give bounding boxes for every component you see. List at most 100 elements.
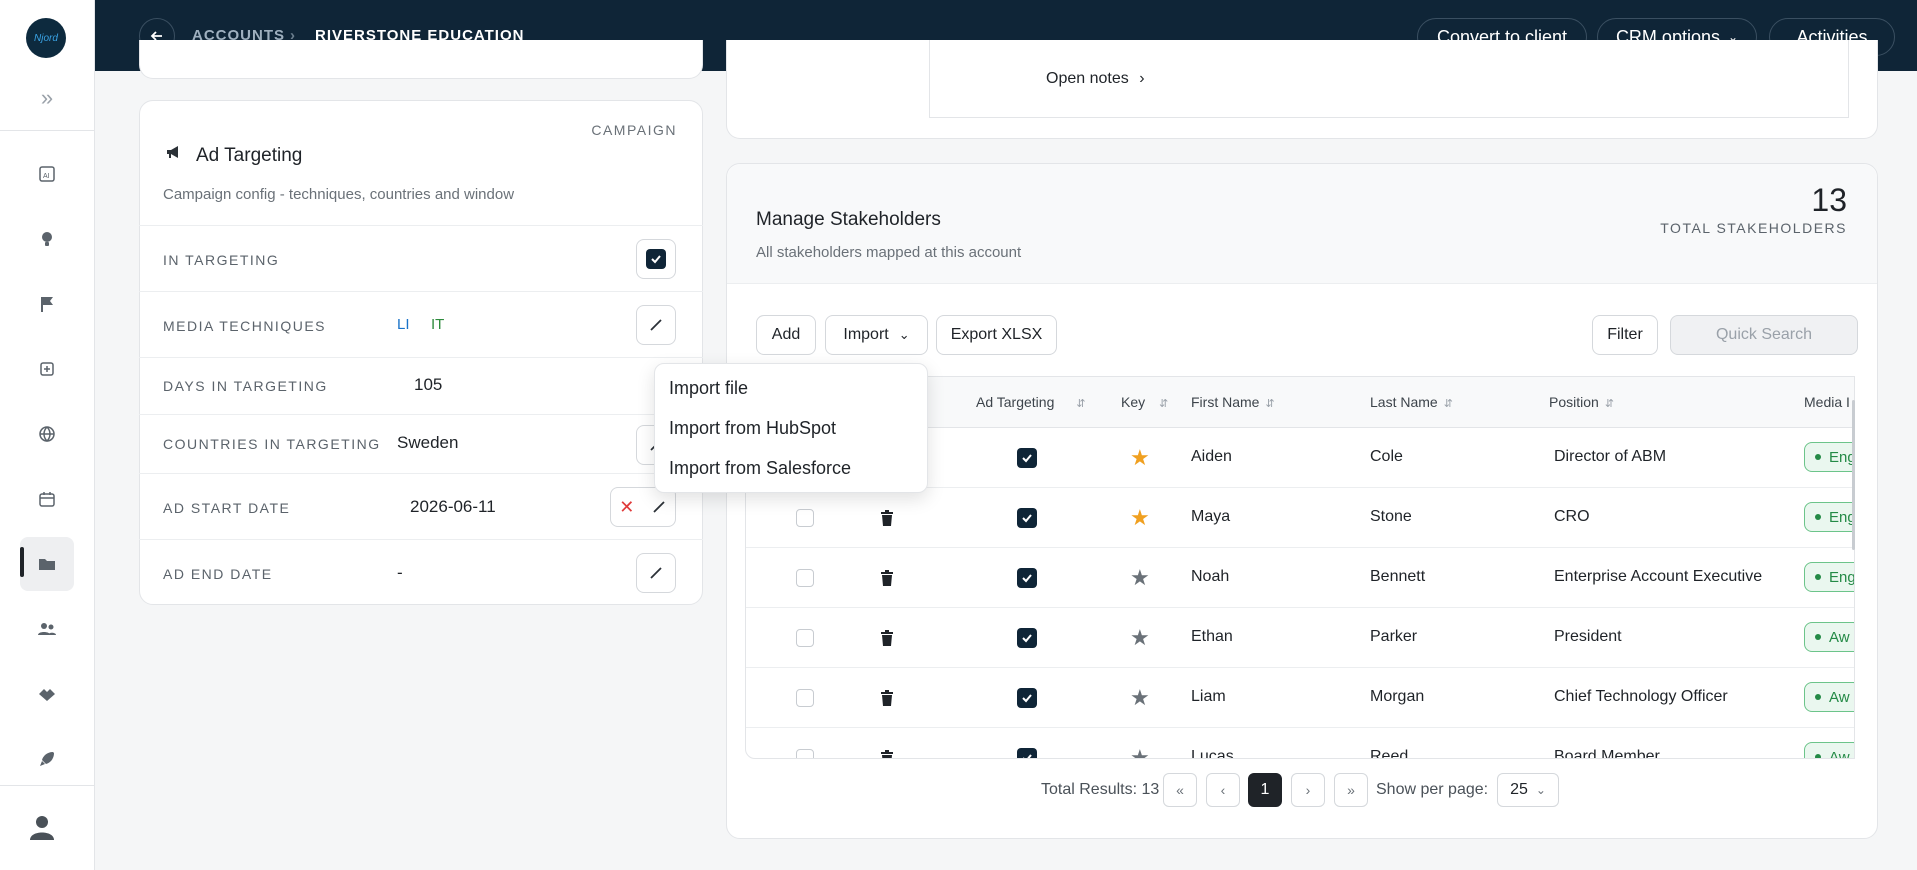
ad-targeting-check[interactable] xyxy=(1017,748,1037,758)
days-value: 105 xyxy=(414,375,443,394)
last-page-button[interactable]: » xyxy=(1334,773,1368,807)
chevron-down-icon: ⌄ xyxy=(898,327,910,342)
trash-icon[interactable] xyxy=(879,509,895,527)
ad-targeting-check[interactable] xyxy=(1017,568,1037,588)
quick-search-input[interactable]: Quick Search xyxy=(1670,315,1858,355)
first-name: Lucas xyxy=(1191,748,1234,759)
open-notes-link[interactable]: Open notes › xyxy=(1046,70,1145,88)
first-page-button[interactable]: « xyxy=(1163,773,1197,807)
status-badge: Eng xyxy=(1804,442,1854,472)
key-star-icon[interactable]: ★ xyxy=(1130,627,1150,649)
campaign-tag: CAMPAIGN xyxy=(591,122,677,138)
per-page-select[interactable]: 25 ⌄ xyxy=(1497,773,1559,807)
per-page-label: Show per page: xyxy=(1376,781,1489,798)
status-dot xyxy=(1815,514,1821,520)
total-results: Total Results: 13 xyxy=(1041,781,1160,798)
ad-targeting-check[interactable] xyxy=(1017,508,1037,528)
menu-item-import-salesforce[interactable]: Import from Salesforce xyxy=(669,458,851,479)
app-logo[interactable]: Njord xyxy=(26,18,66,58)
sidebar-item-add-doc-icon[interactable] xyxy=(20,342,74,396)
sort-icon: ⇵ xyxy=(1443,398,1453,410)
status-badge: Aw xyxy=(1804,622,1854,652)
sidebar-item-flag-icon[interactable] xyxy=(20,277,74,331)
ad-targeting-check[interactable] xyxy=(1017,688,1037,708)
add-button[interactable]: Add xyxy=(756,315,816,355)
edit-media-button[interactable] xyxy=(636,305,676,345)
stakeholders-title: Manage Stakeholders xyxy=(756,209,941,230)
sidebar-item-people-icon[interactable] xyxy=(20,602,74,656)
sidebar-item-rocket-icon[interactable] xyxy=(20,732,74,786)
expand-sidebar-icon[interactable]: » xyxy=(33,86,61,110)
key-star-icon[interactable]: ★ xyxy=(1130,567,1150,589)
table-row[interactable]: ★ Noah Bennett Enterprise Account Execut… xyxy=(746,548,1854,608)
last-name: Morgan xyxy=(1370,688,1425,705)
table-row[interactable]: ★ Maya Stone CRO Eng xyxy=(746,488,1854,548)
col-key[interactable]: Key ⇵ xyxy=(1121,394,1168,410)
first-name: Aiden xyxy=(1191,448,1232,465)
status-label: Aw xyxy=(1829,628,1850,646)
position: Board Member xyxy=(1554,748,1660,759)
edit-end-date-button[interactable] xyxy=(636,553,676,593)
trash-icon[interactable] xyxy=(879,749,895,758)
stakeholders-subtitle: All stakeholders mapped at this account xyxy=(756,244,1022,261)
key-star-icon[interactable]: ★ xyxy=(1130,447,1150,469)
next-page-button[interactable]: › xyxy=(1291,773,1325,807)
status-label: Eng xyxy=(1829,568,1855,586)
col-first-name[interactable]: First Name ⇵ xyxy=(1191,394,1275,410)
row-select-checkbox[interactable] xyxy=(796,569,814,587)
pencil-icon xyxy=(650,567,662,579)
user-avatar-icon[interactable] xyxy=(27,812,57,842)
row-select-checkbox[interactable] xyxy=(796,629,814,647)
col-ad-targeting[interactable]: Ad Targeting ⇵ xyxy=(976,394,1086,410)
table-row[interactable]: ★ Liam Morgan Chief Technology Officer A… xyxy=(746,668,1854,728)
last-name: Cole xyxy=(1370,448,1403,465)
start-date-label: AD START DATE xyxy=(163,500,291,516)
sidebar-item-bulb-icon[interactable] xyxy=(20,212,74,266)
import-button[interactable]: Import ⌄ xyxy=(825,315,928,355)
row-select-checkbox[interactable] xyxy=(796,689,814,707)
sort-icon: ⇵ xyxy=(1265,398,1275,410)
trash-icon[interactable] xyxy=(879,629,895,647)
trash-icon[interactable] xyxy=(879,689,895,707)
stakeholders-count: 13 xyxy=(1811,182,1847,218)
status-badge: Aw xyxy=(1804,682,1854,712)
sidebar-item-globe-icon[interactable] xyxy=(20,407,74,461)
col-last-name[interactable]: Last Name ⇵ xyxy=(1370,394,1453,410)
menu-item-import-file[interactable]: Import file xyxy=(669,378,748,399)
ad-targeting-check[interactable] xyxy=(1017,628,1037,648)
active-indicator xyxy=(20,547,24,577)
prev-page-button[interactable]: ‹ xyxy=(1206,773,1240,807)
trash-icon[interactable] xyxy=(879,569,895,587)
export-xlsx-button[interactable]: Export XLSX xyxy=(936,315,1057,355)
key-star-icon[interactable]: ★ xyxy=(1130,687,1150,709)
menu-item-import-hubspot[interactable]: Import from HubSpot xyxy=(669,418,836,439)
row-select-checkbox[interactable] xyxy=(796,509,814,527)
media-tag-li: LI xyxy=(397,316,410,333)
sidebar-item-ai-icon[interactable]: AI xyxy=(20,147,74,201)
key-star-icon[interactable]: ★ xyxy=(1130,747,1150,759)
row-ad-end-date: AD END DATE - xyxy=(139,539,703,605)
col-media[interactable]: Media I xyxy=(1804,394,1850,410)
sidebar-item-folder-icon[interactable] xyxy=(20,537,74,591)
clear-icon[interactable]: ✕ xyxy=(619,497,634,518)
first-name: Liam xyxy=(1191,688,1226,705)
table-scrollbar[interactable] xyxy=(1852,400,1855,550)
ad-targeting-check[interactable] xyxy=(1017,448,1037,468)
table-row[interactable]: ★ Lucas Reed Board Member Aw xyxy=(746,728,1854,759)
last-name: Bennett xyxy=(1370,568,1426,585)
table-row[interactable]: ★ Ethan Parker President Aw xyxy=(746,608,1854,668)
status-badge: Eng xyxy=(1804,562,1855,592)
megaphone-icon xyxy=(164,142,184,162)
col-position[interactable]: Position ⇵ xyxy=(1549,394,1614,410)
in-targeting-checkbox[interactable] xyxy=(636,239,676,279)
days-label: DAYS IN TARGETING xyxy=(163,378,328,394)
check-icon xyxy=(646,249,666,269)
pencil-icon[interactable] xyxy=(651,499,667,515)
filter-button[interactable]: Filter xyxy=(1592,315,1658,355)
countries-value: Sweden xyxy=(397,433,459,452)
sidebar-item-handshake-icon[interactable] xyxy=(20,667,74,721)
sidebar-item-calendar-icon[interactable] xyxy=(20,472,74,526)
page-button-current[interactable]: 1 xyxy=(1248,773,1282,807)
key-star-icon[interactable]: ★ xyxy=(1130,507,1150,529)
row-select-checkbox[interactable] xyxy=(796,749,814,758)
